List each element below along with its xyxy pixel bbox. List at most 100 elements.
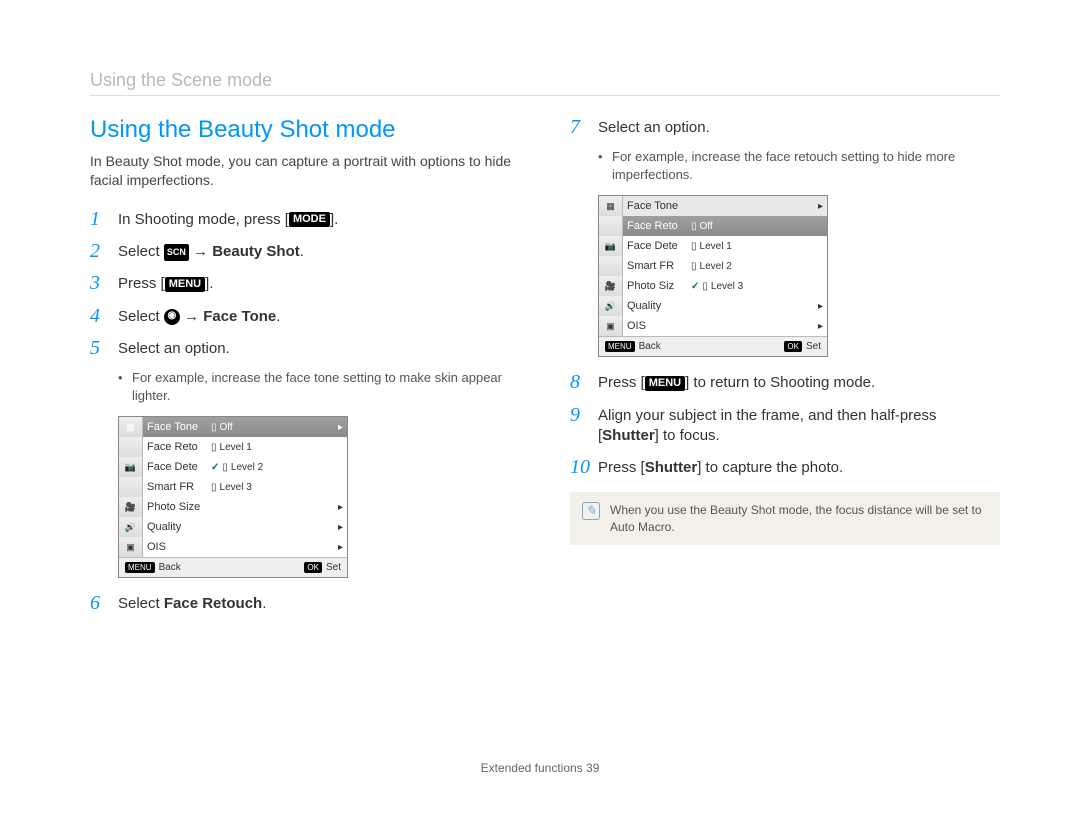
- step-text: Press [: [118, 275, 165, 292]
- note-text: When you use the Beauty Shot mode, the f…: [610, 502, 988, 534]
- step-1: 1 In Shooting mode, press [MODE].: [90, 208, 520, 230]
- step-body: Select an option.: [118, 337, 520, 359]
- menu-side-icon: ▦: [119, 417, 143, 437]
- step-text: ] to return to Shooting mode.: [685, 374, 875, 391]
- step-bold: Face Tone: [203, 308, 276, 325]
- menu-row: 🎥Photo Siz✓▯Level 3: [599, 276, 827, 296]
- step-number: 8: [570, 371, 598, 393]
- menu-tail-icon: ▸: [805, 301, 823, 312]
- menu-value: ▯Off: [209, 422, 325, 433]
- menu-label: Face Tone: [627, 200, 689, 212]
- content-columns: Using the Beauty Shot mode In Beauty Sho…: [90, 116, 1000, 624]
- bullet-icon: •: [118, 369, 132, 404]
- menu-value: ✓▯Level 2: [209, 462, 325, 473]
- menu-row: Face Reto▯Level 1: [119, 437, 347, 457]
- step-number: 3: [90, 272, 118, 294]
- screenshot-face-tone: ▦Face Tone▯Off▸Face Reto▯Level 1📷Face De…: [118, 416, 348, 578]
- step-text: Select: [118, 308, 164, 325]
- menu-side-icon: 🎥: [599, 276, 623, 296]
- page-footer: Extended functions 39: [0, 761, 1080, 775]
- step-number: 5: [90, 337, 118, 359]
- arrow-icon: →: [189, 243, 212, 260]
- step-body: Press [Shutter] to capture the photo.: [598, 456, 1000, 478]
- step-number: 4: [90, 305, 118, 327]
- step-text: .: [276, 308, 280, 325]
- menu-button-icon: MENU: [645, 376, 685, 391]
- step-text: ] to capture the photo.: [697, 459, 843, 476]
- sub-text: For example, increase the face tone sett…: [132, 369, 520, 404]
- menu-value: ▯Level 1: [209, 442, 325, 453]
- step-body: In Shooting mode, press [MODE].: [118, 208, 520, 230]
- menu-side-icon: 📷: [599, 236, 623, 256]
- menu-value: ▯Level 2: [689, 261, 805, 272]
- ok-btn-mini: OK: [304, 562, 322, 573]
- menu-side-icon: ▦: [599, 196, 623, 216]
- step-number: 1: [90, 208, 118, 230]
- step-number: 10: [570, 456, 598, 478]
- menu-value: ▯Off: [689, 221, 805, 232]
- menu-side-icon: ▣: [119, 537, 143, 557]
- step-5: 5 Select an option.: [90, 337, 520, 359]
- note-box: ✎ When you use the Beauty Shot mode, the…: [570, 492, 1000, 544]
- step-3: 3 Press [MENU].: [90, 272, 520, 294]
- menu-tail-icon: ▸: [805, 201, 823, 212]
- step-6: 6 Select Face Retouch.: [90, 592, 520, 614]
- section-title: Using the Beauty Shot mode: [90, 116, 520, 144]
- menu-side-icon: [599, 216, 623, 236]
- step-body: Press [MENU].: [118, 272, 520, 294]
- left-column: Using the Beauty Shot mode In Beauty Sho…: [90, 116, 520, 624]
- step-body: Select ◉ → Face Tone.: [118, 305, 520, 327]
- menu-label: Smart FR: [147, 481, 209, 493]
- menu-row: ▣OIS▸: [599, 316, 827, 336]
- step-number: 9: [570, 404, 598, 447]
- step-body: Align your subject in the frame, and the…: [598, 404, 1000, 447]
- menu-row: 📷 Face Dete✓▯Level 2: [119, 457, 347, 477]
- step-bold: Face Retouch: [164, 595, 262, 612]
- menu-footer-right: Set: [326, 562, 341, 573]
- menu-side-icon: [119, 477, 143, 497]
- step-number: 7: [570, 116, 598, 138]
- menu-row: Smart FR▯Level 3: [119, 477, 347, 497]
- step-body: Press [MENU] to return to Shooting mode.: [598, 371, 1000, 393]
- step-body: Select SCN → Beauty Shot.: [118, 240, 520, 262]
- menu-side-icon: 🎥: [119, 497, 143, 517]
- step-text: ].: [205, 275, 213, 292]
- menu-label: Face Tone: [147, 421, 209, 433]
- screenshot-face-retouch: ▦Face Tone▸Face Reto▯Off📷Face Dete▯Level…: [598, 195, 828, 357]
- step-text: .: [262, 595, 266, 612]
- step-10: 10 Press [Shutter] to capture the photo.: [570, 456, 1000, 478]
- step-text: In Shooting mode, press [: [118, 211, 289, 228]
- step-text: ] to focus.: [655, 427, 720, 444]
- step-5-sub: • For example, increase the face tone se…: [118, 369, 520, 404]
- step-4: 4 Select ◉ → Face Tone.: [90, 305, 520, 327]
- right-column: 7 Select an option. • For example, incre…: [570, 116, 1000, 624]
- menu-tail-icon: ▸: [325, 522, 343, 533]
- menu-label: Face Dete: [147, 461, 209, 473]
- step-7-sub: • For example, increase the face retouch…: [598, 148, 1000, 183]
- mode-button-icon: MODE: [289, 212, 330, 227]
- menu-side-icon: 🔊: [599, 296, 623, 316]
- menu-tail-icon: ▸: [325, 542, 343, 553]
- menu-footer-left: Back: [159, 562, 181, 573]
- step-bold: Shutter: [602, 427, 655, 444]
- menu-row: ▣OIS▸: [119, 537, 347, 557]
- step-text: Press [: [598, 374, 645, 391]
- step-bold: Shutter: [645, 459, 698, 476]
- step-text: Select: [118, 595, 164, 612]
- menu-label: Photo Size: [147, 501, 209, 513]
- scn-icon: SCN: [164, 244, 189, 261]
- menu-row: 🔊Quality▸: [119, 517, 347, 537]
- footer-label: Extended functions: [481, 761, 583, 775]
- menu-side-icon: [119, 437, 143, 457]
- menu-row: ▦ Face Tone ▸: [599, 196, 827, 216]
- menu-tail-icon: ▸: [325, 502, 343, 513]
- menu-side-icon: 📷: [119, 457, 143, 477]
- footer-page: 39: [586, 761, 599, 775]
- bullet-icon: •: [598, 148, 612, 183]
- menu-tail-icon: ▸: [805, 321, 823, 332]
- menu-tail-icon: ▸: [325, 422, 343, 433]
- arrow-icon: →: [180, 308, 203, 325]
- step-text: Press [: [598, 459, 645, 476]
- menu-row: Smart FR▯Level 2: [599, 256, 827, 276]
- camera-icon: ◉: [164, 309, 180, 325]
